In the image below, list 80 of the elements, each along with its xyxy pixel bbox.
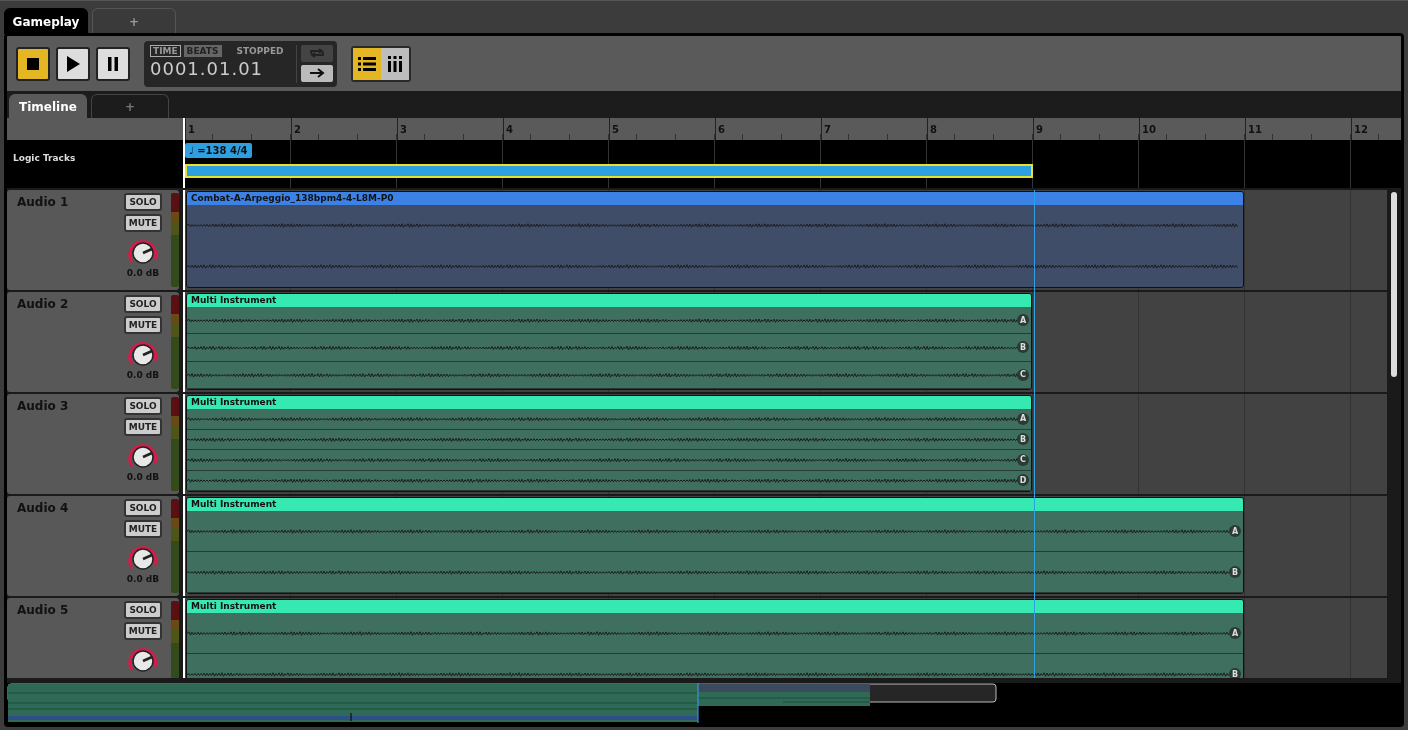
workspace-tab[interactable]: Gameplay xyxy=(4,8,88,34)
bar-number: 1 xyxy=(188,124,195,135)
bar-number: 5 xyxy=(612,124,619,135)
clip[interactable]: Multi Instrument A B C D xyxy=(186,395,1032,492)
track-name: Audio 5 xyxy=(16,602,70,619)
stop-button[interactable] xyxy=(16,46,50,81)
solo-button[interactable]: SOLO xyxy=(124,499,162,517)
clip-title: Combat-A-Arpeggio_138bpm4-4-L8M-P0 xyxy=(187,192,1243,205)
follow-button[interactable] xyxy=(301,64,333,82)
mute-button[interactable]: MUTE xyxy=(124,214,162,232)
mute-button[interactable]: MUTE xyxy=(124,316,162,334)
clip-title: Multi Instrument xyxy=(187,294,1031,307)
clip-title: Multi Instrument xyxy=(187,396,1031,409)
solo-button[interactable]: SOLO xyxy=(124,193,162,211)
loop-icon xyxy=(309,47,325,59)
bar-number: 3 xyxy=(400,124,407,135)
play-button[interactable] xyxy=(56,46,90,81)
track-name: Audio 1 xyxy=(16,194,70,211)
bar-number: 12 xyxy=(1354,124,1368,135)
solo-button[interactable]: SOLO xyxy=(124,295,162,313)
gain-readout: 0.0 dB xyxy=(126,574,160,584)
lane-badge: D xyxy=(1017,474,1029,487)
gain-readout: 0.0 dB xyxy=(126,370,160,380)
track-header[interactable]: Audio 5 SOLO MUTE xyxy=(7,598,179,678)
clip[interactable]: Multi Instrument A B xyxy=(186,599,1244,678)
lane-badge: B xyxy=(1017,341,1029,354)
lane-badge: A xyxy=(1017,412,1029,425)
bar-number: 11 xyxy=(1248,124,1262,135)
mute-button[interactable]: MUTE xyxy=(124,520,162,538)
lane-badge: A xyxy=(1229,525,1241,537)
lane-badge: B xyxy=(1229,668,1241,678)
scrollbar[interactable] xyxy=(1391,192,1397,377)
play-icon xyxy=(65,54,81,73)
grid-view-button[interactable] xyxy=(381,47,409,80)
mute-button[interactable]: MUTE xyxy=(124,622,162,640)
bar-number: 8 xyxy=(930,124,937,135)
bar-number: 6 xyxy=(718,124,725,135)
editor-tab[interactable]: Timeline xyxy=(9,94,87,118)
bar-number: 4 xyxy=(506,124,513,135)
lane-badge: A xyxy=(1017,314,1029,327)
stop-icon xyxy=(26,56,40,71)
clip[interactable]: Multi Instrument A B xyxy=(186,497,1244,594)
clip-title: Multi Instrument xyxy=(187,498,1243,511)
track-header[interactable]: Audio 2 SOLO MUTE 0.0 dB xyxy=(7,292,179,392)
time-mode-toggle[interactable]: TIME xyxy=(150,44,181,57)
track-name: Audio 3 xyxy=(16,398,70,415)
track-name: Audio 4 xyxy=(16,500,70,517)
clip[interactable]: Combat-A-Arpeggio_138bpm4-4-L8M-P0 xyxy=(186,191,1244,288)
bar-number: 7 xyxy=(824,124,831,135)
clip[interactable]: Multi Instrument A B C xyxy=(186,293,1032,390)
bar-number: 10 xyxy=(1142,124,1156,135)
mute-button[interactable]: MUTE xyxy=(124,418,162,436)
workspace-tab[interactable]: + xyxy=(92,8,176,34)
lane-badge: B xyxy=(1229,566,1241,578)
lane-badge: A xyxy=(1229,627,1241,639)
overview-drawing[interactable] xyxy=(7,683,997,723)
columns-icon xyxy=(387,55,403,72)
solo-button[interactable]: SOLO xyxy=(124,397,162,415)
bar-number: 9 xyxy=(1036,124,1043,135)
track-header[interactable]: Audio 3 SOLO MUTE 0.0 dB xyxy=(7,394,179,494)
track-header[interactable]: Audio 1 SOLO MUTE 0.0 dB xyxy=(7,190,179,290)
bar-number: 2 xyxy=(294,124,301,135)
arrow-right-icon xyxy=(309,68,325,78)
logic-tracks-label: Logic Tracks xyxy=(13,153,76,163)
list-view-button[interactable] xyxy=(353,47,381,80)
position-readout: 0001.01.01 xyxy=(150,57,265,79)
clip-title: Multi Instrument xyxy=(187,600,1243,613)
track-header[interactable]: Audio 4 SOLO MUTE 0.0 dB xyxy=(7,496,179,596)
lane-badge: C xyxy=(1017,453,1029,466)
pause-button[interactable] xyxy=(96,46,130,81)
lane-badge: B xyxy=(1017,433,1029,446)
transport-status: STOPPED xyxy=(236,45,284,56)
solo-button[interactable]: SOLO xyxy=(124,601,162,619)
tempo-marker[interactable]: ♩ =138 4/4 xyxy=(185,143,252,158)
gain-readout: 0.0 dB xyxy=(126,472,160,482)
gain-readout: 0.0 dB xyxy=(126,268,160,278)
track-name: Audio 2 xyxy=(16,296,70,313)
pause-icon xyxy=(107,56,119,71)
lane-badge: C xyxy=(1017,368,1029,381)
list-icon xyxy=(358,55,376,72)
